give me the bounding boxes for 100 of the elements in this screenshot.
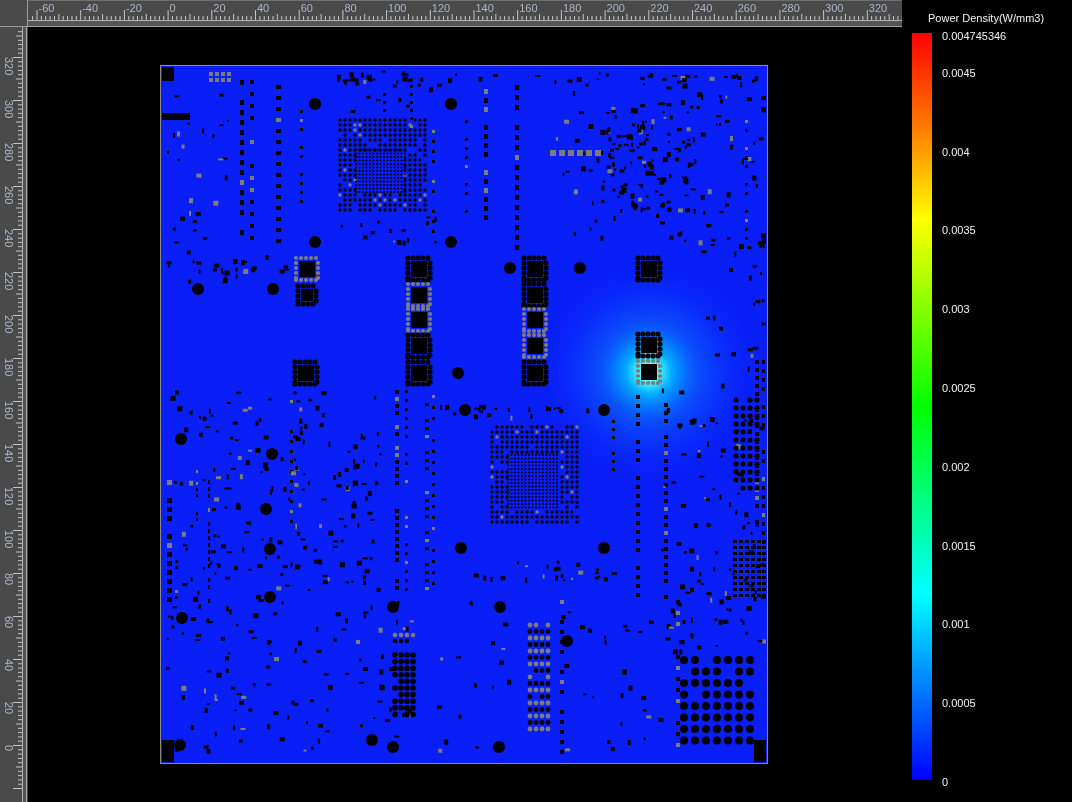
ruler-label: 140 [475,2,494,14]
ruler-label: 200 [606,2,625,14]
board-cutout [162,740,174,762]
mounting-hole [598,542,610,554]
mounting-hole [387,741,399,753]
mounting-hole [267,283,279,295]
ruler-label: 180 [562,2,582,14]
ruler-label: 120 [431,2,451,14]
ruler-label: 240 [3,229,15,248]
pad-grid [392,652,416,718]
legend-label: 0.0025 [942,381,976,395]
pad-grid [209,72,231,82]
ic-package [635,358,663,386]
ruler-label: 80 [344,2,357,14]
mounting-hole [445,98,457,110]
ruler-label: 0 [3,745,15,752]
pad-grid [550,150,601,156]
ruler-label: 300 [825,2,844,14]
mounting-hole [598,404,610,416]
mounting-hole [176,612,188,624]
ic-package [405,281,433,309]
ruler-label: 60 [300,2,313,14]
component-column [175,560,178,599]
mounting-hole [459,404,471,416]
ic-package [405,306,433,334]
ruler-corner [0,0,28,27]
legend-label: 0.003 [942,302,970,317]
mounting-hole [494,601,506,613]
mounting-hole [260,503,272,515]
ruler-label: 320 [3,57,15,76]
ruler-label: 160 [3,401,15,420]
mounting-hole [309,98,321,110]
ic-package [292,359,320,387]
legend-title: Power Density(W/mm3) [928,11,1045,25]
ruler-label: 260 [3,186,15,205]
mounting-hole [452,367,464,379]
mounting-hole [266,448,278,460]
pad-grid [392,632,416,644]
mounting-hole [174,739,186,751]
ruler-label: 100 [3,530,15,549]
legend-label: 0.0035 [942,223,976,238]
mounting-hole [264,591,276,603]
ic-package [293,255,321,283]
ruler-label: 240 [694,2,713,14]
ic-package [521,306,549,334]
ic-package [405,255,433,283]
ic-package [405,359,433,387]
ic-package [521,332,549,360]
ruler-label: 200 [3,315,15,334]
ruler-label: 220 [650,2,669,14]
ic-package [405,332,433,360]
ruler-label: 140 [3,444,15,463]
mounting-hole [445,236,457,248]
ic-package [521,359,549,387]
mounting-hole [493,741,505,753]
mounting-hole [455,542,467,554]
ruler-label: 20 [3,702,15,715]
ruler-label: 0 [169,2,176,14]
component-column [612,420,615,471]
ruler-label: -20 [125,2,142,14]
ruler-label: -40 [82,2,99,14]
ruler-label: 180 [3,358,15,377]
ruler-label: 60 [3,616,15,629]
legend-label: 0.002 [942,459,970,474]
ic-package [521,255,549,283]
ruler-label: 280 [781,2,800,14]
ruler-label: 40 [257,2,270,14]
mounting-hole [574,262,586,274]
legend-label: 0.0015 [942,538,976,553]
board-cutout [754,740,766,762]
mounting-hole [387,601,399,613]
mounting-hole [366,734,378,746]
legend-label: 0 [942,775,949,789]
legend-label: 0.004745346 [942,28,1007,43]
mounting-hole [192,283,204,295]
component-column [383,93,386,112]
mounting-hole [264,543,276,555]
ruler-label: 220 [3,272,15,291]
legend-label: 0.0045 [942,65,976,80]
component-column [410,85,413,128]
ruler-label: 80 [3,573,15,586]
ruler-label: -60 [38,2,55,14]
ic-package [521,281,549,309]
mounting-hole [561,635,573,647]
ic-package [635,255,663,283]
ruler-label: 120 [3,487,15,506]
legend-label: 0.001 [942,617,970,632]
ruler-label: 320 [868,2,888,14]
board-cutout [162,113,190,120]
mounting-hole [175,433,187,445]
ruler-label: 100 [388,2,407,14]
mounting-hole [309,236,321,248]
board-cutout [162,67,174,81]
ruler-label: 160 [519,2,538,14]
ruler-label: 20 [213,2,226,14]
ruler-label: 260 [737,2,757,14]
pad-grid [733,540,766,597]
mounting-hole [504,262,516,274]
ruler-label: 300 [3,100,15,119]
ruler-label: 40 [3,659,15,672]
